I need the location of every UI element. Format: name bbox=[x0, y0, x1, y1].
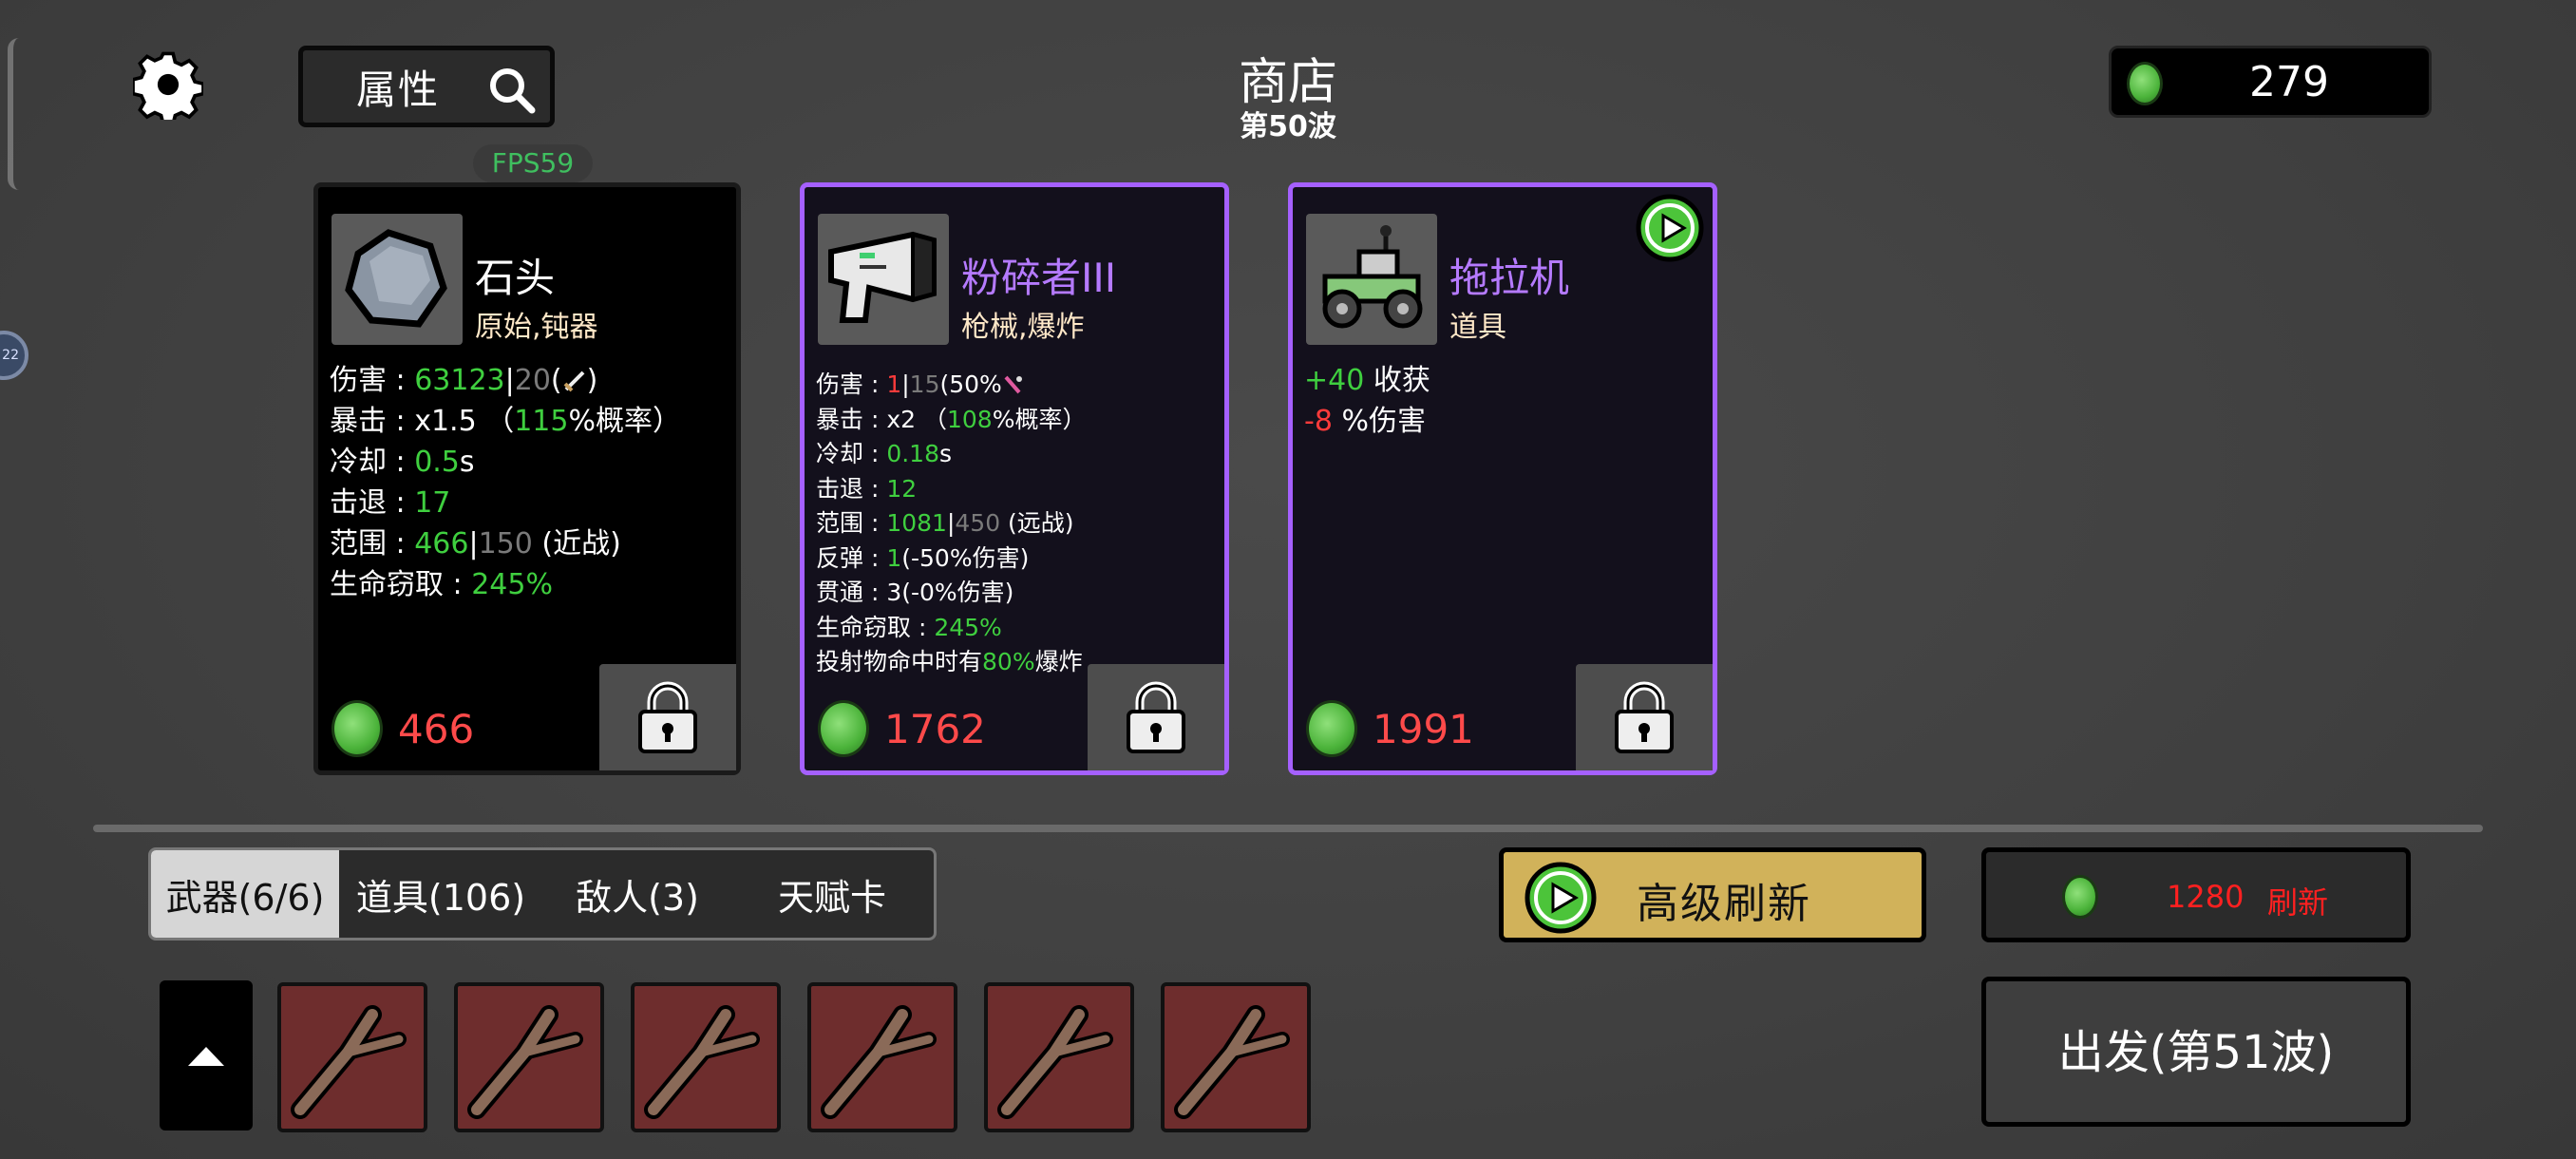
refresh-label: 刷新 bbox=[2267, 884, 2329, 921]
tab-talent-cards[interactable]: 天赋卡 bbox=[732, 850, 932, 938]
stat-range: 范围 : 1081|450 (远战) bbox=[816, 509, 1074, 537]
branch-icon bbox=[821, 1005, 937, 1119]
expand-inventory-button[interactable] bbox=[160, 980, 253, 1130]
play-icon[interactable] bbox=[1635, 193, 1705, 263]
wave-number: 第50波 bbox=[1240, 110, 1336, 143]
coin-icon bbox=[1306, 700, 1357, 757]
gear-icon[interactable] bbox=[133, 49, 203, 120]
tractor-icon bbox=[1322, 225, 1423, 329]
item-thumbnail bbox=[818, 214, 949, 345]
branch-icon bbox=[1174, 1005, 1290, 1119]
sword-icon bbox=[563, 370, 585, 392]
inventory-slot[interactable] bbox=[277, 982, 427, 1132]
tab-items[interactable]: 道具(106) bbox=[339, 850, 542, 938]
item-tags: 原始,钝器 bbox=[475, 311, 598, 344]
coin-icon bbox=[331, 700, 383, 757]
attributes-button[interactable]: 属性 bbox=[298, 46, 555, 127]
item-stats: 伤害 : 63123|20() 暴击 : x1.5 （115%概率） 冷却 : … bbox=[330, 360, 681, 605]
lock-icon bbox=[1127, 681, 1185, 753]
edge-handle[interactable] bbox=[8, 38, 23, 190]
stat-range: 范围 : 466|150 (近战) bbox=[330, 527, 621, 560]
item-name: 拖拉机 bbox=[1449, 255, 1570, 301]
branch-icon bbox=[644, 1005, 760, 1119]
shop-item-card[interactable]: 粉碎者III 枪械,爆炸 伤害 : 1|15(50% 暴击 : x2 （108%… bbox=[800, 182, 1229, 775]
item-name: 粉碎者III bbox=[961, 255, 1117, 301]
lock-button[interactable] bbox=[599, 664, 736, 770]
attributes-label: 属性 bbox=[356, 66, 441, 113]
stat-bounce: 反弹 : 1(-50%伤害) bbox=[816, 543, 1030, 572]
tab-enemies[interactable]: 敌人(3) bbox=[542, 850, 732, 938]
shop-item-card[interactable]: 拖拉机 道具 +40 收获 -8 %伤害 1991 bbox=[1288, 182, 1717, 775]
price-value: 1762 bbox=[884, 705, 986, 752]
coin-counter: 279 bbox=[2109, 46, 2432, 118]
item-stats: 伤害 : 1|15(50% 暴击 : x2 （108%概率） 冷却 : 0.18… bbox=[816, 368, 1086, 680]
explosive-icon bbox=[1004, 375, 1022, 394]
inventory-slot[interactable] bbox=[631, 982, 781, 1132]
rock-icon bbox=[345, 229, 447, 328]
stat-damage: 伤害 : 1|15(50% bbox=[816, 368, 1086, 403]
item-thumbnail bbox=[1306, 214, 1437, 345]
branch-icon bbox=[291, 1005, 407, 1119]
advanced-refresh-button[interactable]: 高级刷新 bbox=[1499, 847, 1926, 942]
chevron-up-icon bbox=[188, 1047, 224, 1066]
inventory-slot[interactable] bbox=[984, 982, 1134, 1132]
stat-knockback: 击退 : 17 bbox=[330, 486, 451, 520]
coin-amount: 279 bbox=[2249, 58, 2329, 106]
coin-icon bbox=[818, 700, 869, 757]
inventory-slot[interactable] bbox=[454, 982, 604, 1132]
item-price: 1991 bbox=[1306, 700, 1474, 757]
branch-icon bbox=[467, 1005, 583, 1119]
depart-label: 出发(第51波) bbox=[2057, 1026, 2335, 1079]
stat-lifesteal: 生命窃取 : 245% bbox=[816, 613, 1002, 641]
stat-crit: 暴击 : x1.5 （115%概率） bbox=[330, 405, 681, 438]
item-price: 466 bbox=[331, 700, 474, 757]
tab-weapons[interactable]: 武器(6/6) bbox=[151, 850, 339, 938]
stat-knockback: 击退 : 12 bbox=[816, 474, 918, 503]
edge-badge-text: 22 bbox=[2, 348, 19, 363]
fps-counter: FPS59 bbox=[473, 144, 593, 182]
edge-badge[interactable]: 22 bbox=[0, 331, 28, 380]
inventory-slot[interactable] bbox=[807, 982, 957, 1132]
stat-damage: -8 %伤害 bbox=[1304, 405, 1426, 438]
stat-explode: 投射物命中时有80%爆炸 bbox=[816, 648, 1083, 675]
blaster-gun-icon bbox=[828, 231, 937, 323]
item-name: 石头 bbox=[475, 255, 556, 301]
item-price: 1762 bbox=[818, 700, 986, 757]
item-tags: 道具 bbox=[1449, 311, 1506, 344]
play-icon bbox=[1525, 862, 1597, 934]
stat-cooldown: 冷却 : 0.5s bbox=[330, 446, 475, 479]
lock-button[interactable] bbox=[1088, 664, 1224, 770]
item-thumbnail bbox=[331, 214, 463, 345]
inventory-tabs: 武器(6/6) 道具(106) 敌人(3) 天赋卡 bbox=[148, 847, 937, 940]
shop-item-card[interactable]: 石头 原始,钝器 伤害 : 63123|20() 暴击 : x1.5 （115%… bbox=[313, 182, 741, 775]
inventory-slot[interactable] bbox=[1161, 982, 1311, 1132]
refresh-cost: 1280 bbox=[2167, 879, 2245, 915]
item-stats: +40 收获 -8 %伤害 bbox=[1304, 360, 1430, 442]
lock-icon bbox=[638, 681, 697, 753]
advanced-refresh-label: 高级刷新 bbox=[1637, 880, 1811, 928]
stat-crit: 暴击 : x2 （108%概率） bbox=[816, 405, 1087, 433]
refresh-button[interactable]: 1280 刷新 bbox=[1981, 847, 2411, 942]
stat-cooldown: 冷却 : 0.18s bbox=[816, 440, 953, 467]
section-divider bbox=[93, 825, 2483, 832]
search-icon bbox=[490, 68, 536, 114]
price-value: 1991 bbox=[1373, 705, 1474, 752]
item-tags: 枪械,爆炸 bbox=[961, 311, 1085, 344]
lock-icon bbox=[1615, 681, 1674, 753]
stat-lifesteal: 生命窃取 : 245% bbox=[330, 568, 553, 601]
coin-icon bbox=[2062, 875, 2098, 919]
depart-button[interactable]: 出发(第51波) bbox=[1981, 977, 2411, 1127]
lock-button[interactable] bbox=[1576, 664, 1713, 770]
stat-damage: 伤害 : 63123|20() bbox=[330, 364, 598, 397]
branch-icon bbox=[997, 1005, 1113, 1119]
stat-pierce: 贯通 : 3(-0%伤害) bbox=[816, 579, 1014, 606]
stat-harvest: +40 收获 bbox=[1304, 364, 1430, 397]
price-value: 466 bbox=[398, 705, 475, 752]
